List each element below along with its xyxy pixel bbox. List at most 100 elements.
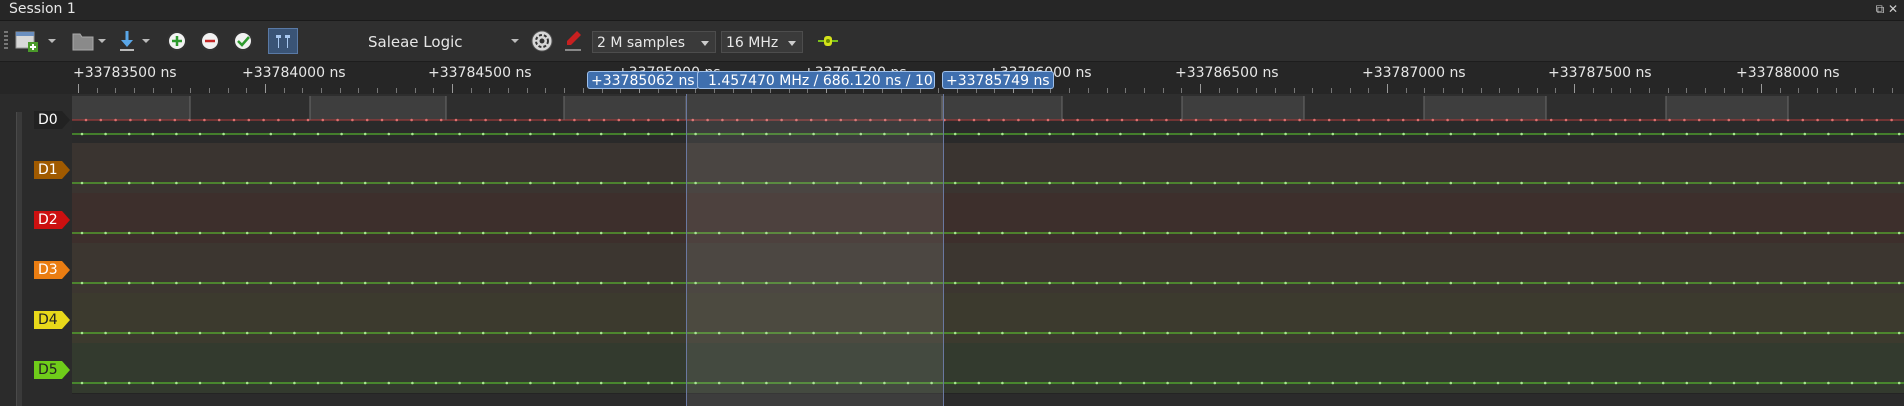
ruler-major-tick <box>452 84 453 93</box>
sample-dot <box>623 381 627 385</box>
trigger-pen-icon <box>565 31 581 51</box>
measurement-selection[interactable] <box>686 94 944 406</box>
sample-dot <box>1142 181 1146 185</box>
sample-dot <box>1543 231 1547 235</box>
sample-dot <box>411 231 414 235</box>
channel-label-d3[interactable]: D3 <box>34 261 62 279</box>
sample-dot <box>1473 132 1476 136</box>
sample-dot <box>151 181 155 185</box>
toolbar-grip[interactable] <box>4 31 8 51</box>
ruler-tick-label: +33783500 ns <box>73 65 177 81</box>
ruler-minor-tick <box>1724 88 1725 93</box>
open-session-button[interactable] <box>70 29 96 53</box>
d0-sample-dot <box>1683 118 1686 122</box>
d0-sample-dot <box>129 118 132 122</box>
new-session-dropdown[interactable] <box>46 29 58 53</box>
device-dropdown[interactable] <box>508 29 522 53</box>
ruler-minor-tick <box>433 88 434 93</box>
sample-dot <box>1850 381 1854 385</box>
sample-dot <box>1661 231 1665 235</box>
sample-dot <box>1331 132 1335 136</box>
sample-dot <box>269 231 273 235</box>
sample-dot <box>1543 181 1547 185</box>
sample-dot <box>363 331 367 335</box>
sample-dot <box>1520 132 1523 136</box>
d0-sample-dot <box>1327 118 1331 122</box>
d0-sample-dot <box>1017 118 1020 122</box>
marker-1-flag[interactable]: +33785062 ns <box>587 71 699 89</box>
window-controls[interactable]: ⧉ ✕ <box>1876 2 1898 17</box>
save-button[interactable] <box>114 29 140 53</box>
sample-dot <box>293 331 296 335</box>
sample-dot <box>1756 231 1759 235</box>
sample-dot <box>1189 181 1193 185</box>
sample-dot <box>387 281 391 285</box>
sample-dot <box>529 231 532 235</box>
sample-dot <box>1520 381 1523 385</box>
channel-label-d5[interactable]: D5 <box>34 361 62 379</box>
channel-pane-scroll-handle[interactable] <box>16 112 22 406</box>
d0-sample-dot <box>277 118 280 122</box>
start-button[interactable] <box>815 29 841 53</box>
sample-dot <box>1425 381 1429 385</box>
sample-dot <box>458 331 461 335</box>
sample-dot <box>647 181 650 185</box>
sample-dot <box>1638 132 1641 136</box>
window-title: Session 1 <box>9 1 76 17</box>
sample-dot <box>387 132 391 136</box>
measurement-label: 1.457470 MHz / 686.120 ns / 10 <box>697 71 935 89</box>
sample-dot <box>977 231 981 235</box>
sample-rate-select[interactable]: 16 MHz <box>721 31 803 53</box>
channel-label-d4[interactable]: D4 <box>34 311 62 329</box>
sample-dot <box>1473 381 1476 385</box>
sample-dot <box>127 381 131 385</box>
checkmark-circle-icon <box>233 31 253 51</box>
sample-dot <box>1591 381 1594 385</box>
sample-dot <box>481 231 485 235</box>
device-settings-button[interactable] <box>529 29 555 53</box>
sample-dot <box>1378 381 1382 385</box>
d0-sample-dot <box>1816 118 1819 122</box>
d0-sample-dot <box>1520 118 1523 122</box>
cursor-markers-button[interactable] <box>268 28 298 54</box>
channel-label-d2[interactable]: D2 <box>34 211 62 229</box>
ruler-minor-tick <box>1817 88 1818 93</box>
ruler-minor-tick <box>321 88 322 93</box>
d0-sample-dot <box>1446 118 1449 122</box>
open-session-dropdown[interactable] <box>96 29 108 53</box>
sample-dot <box>505 231 509 235</box>
ruler-major-tick <box>1200 84 1201 93</box>
sample-dot <box>434 381 438 385</box>
ruler-minor-tick <box>1107 88 1108 93</box>
sample-dot <box>1048 132 1051 136</box>
trigger-button[interactable] <box>563 29 583 53</box>
sample-dot <box>977 381 981 385</box>
sample-dot <box>80 281 84 285</box>
d0-high-segment <box>942 96 1062 120</box>
d0-sample-dot <box>484 118 487 122</box>
samples-select[interactable]: 2 M samples <box>592 31 716 53</box>
zoom-fit-button[interactable] <box>230 29 256 53</box>
marker-2-flag[interactable]: +33785749 ns <box>942 71 1054 89</box>
d0-sample-dot <box>543 118 547 122</box>
sample-dot <box>293 132 296 136</box>
sample-dot <box>80 231 84 235</box>
sample-dot <box>363 181 367 185</box>
new-session-button[interactable] <box>14 29 46 53</box>
d0-sample-dot <box>1224 118 1227 122</box>
sample-dot <box>175 281 178 285</box>
save-dropdown[interactable] <box>140 29 152 53</box>
sample-dot <box>316 132 320 136</box>
time-ruler[interactable]: +33783500 ns +33784000 ns +33784500 ns +… <box>0 62 1904 94</box>
sample-dot <box>104 331 107 335</box>
d0-sample-dot <box>469 118 473 122</box>
ruler-minor-tick <box>1424 88 1425 93</box>
d0-high-segment <box>72 96 190 120</box>
ruler-minor-tick <box>415 88 416 93</box>
zoom-out-button[interactable] <box>197 29 223 53</box>
sample-dot <box>127 181 131 185</box>
waveform-area[interactable] <box>72 94 1904 406</box>
channel-label-d1[interactable]: D1 <box>34 161 62 179</box>
channel-label-d0[interactable]: D0 <box>34 111 62 129</box>
zoom-in-button[interactable] <box>164 29 190 53</box>
